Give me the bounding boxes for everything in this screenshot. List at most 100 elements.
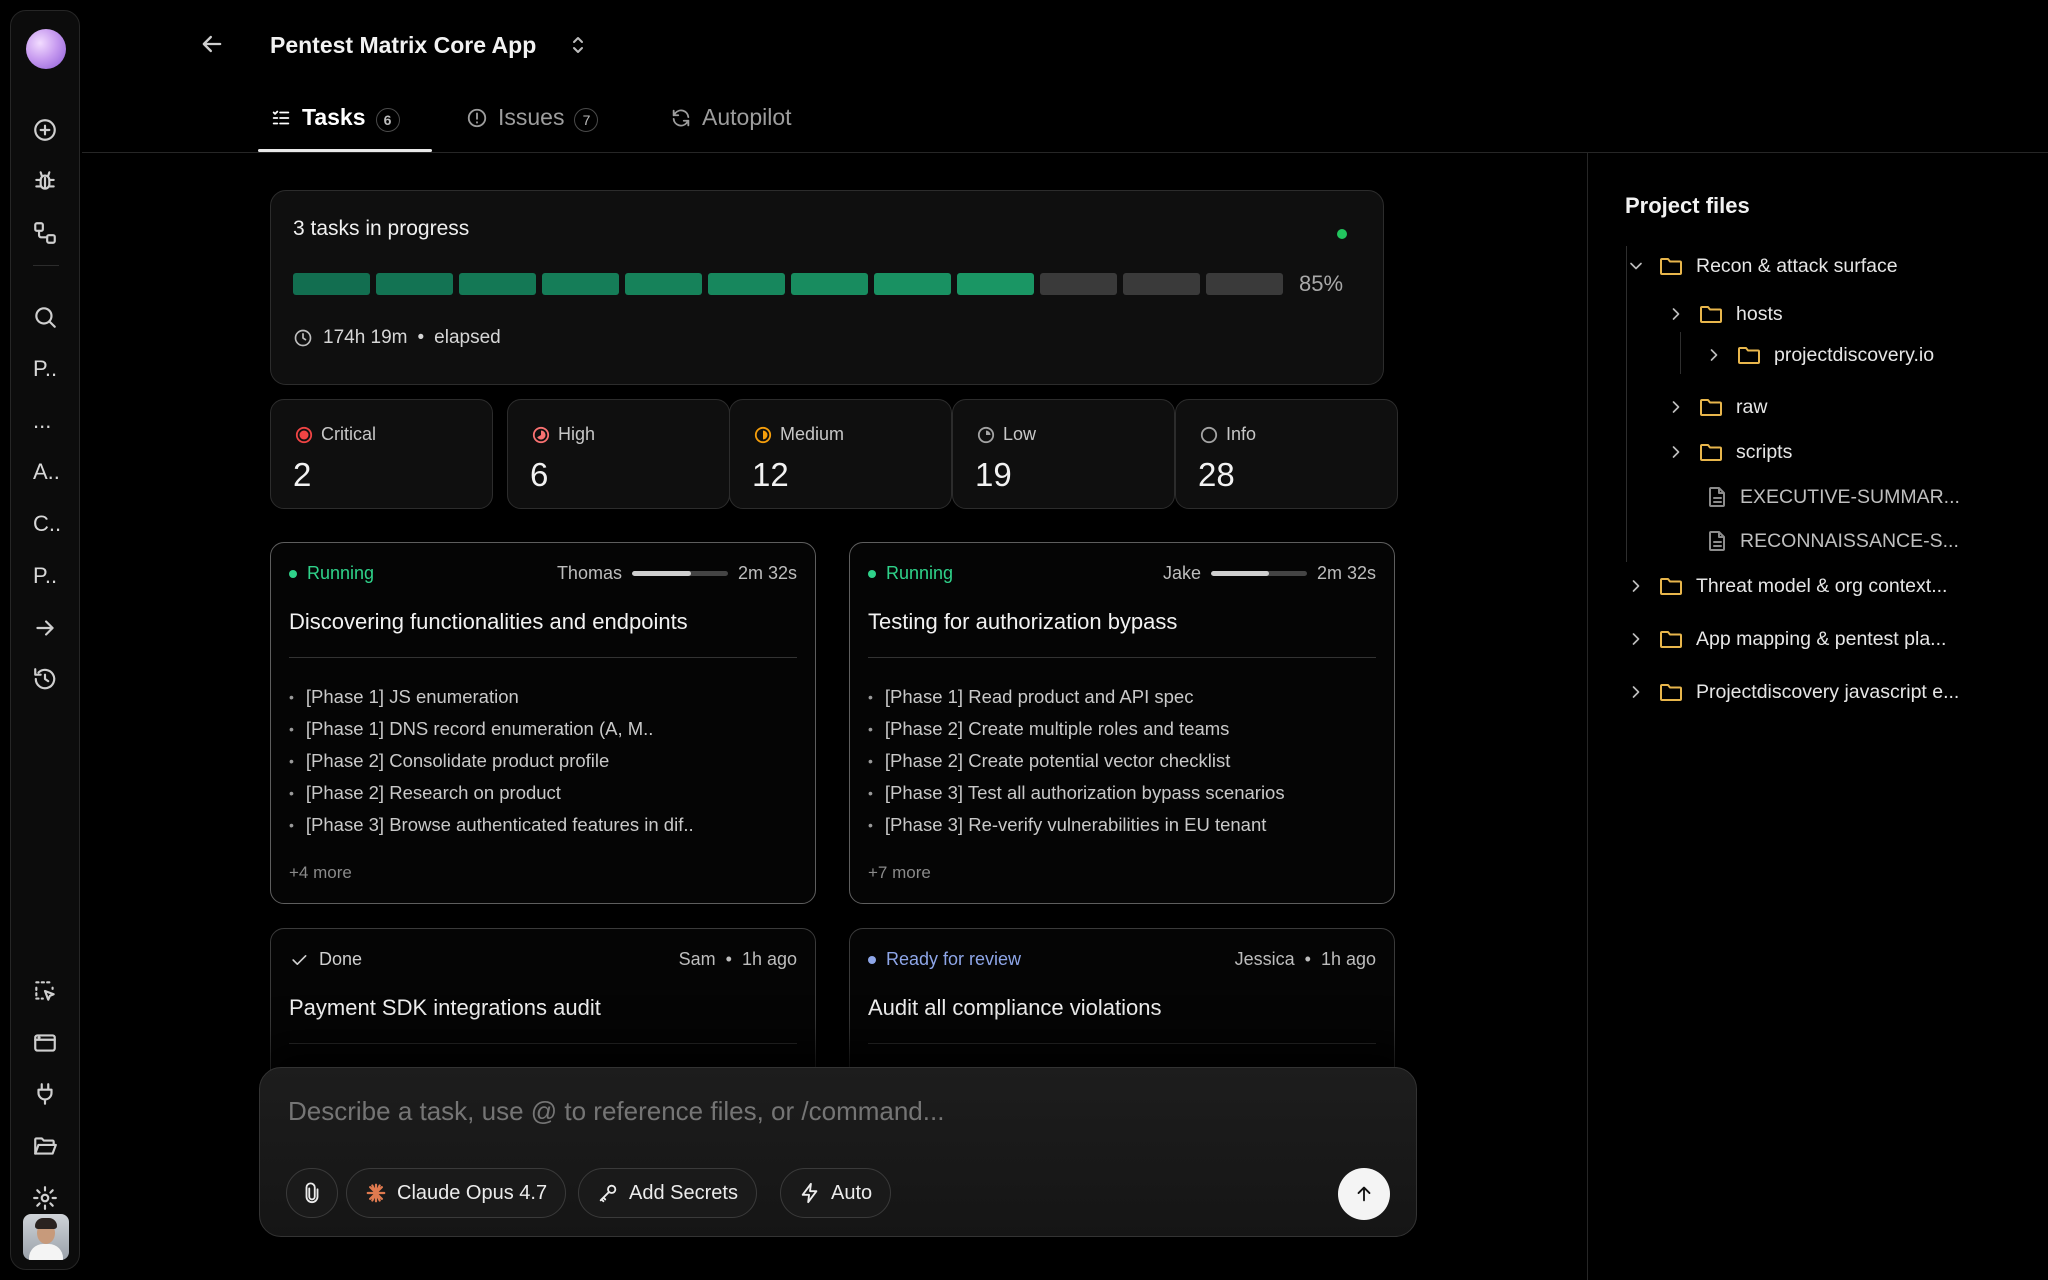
progress-segment-filled	[625, 273, 702, 295]
workflow-icon[interactable]	[11, 213, 79, 253]
progress-segment-filled	[874, 273, 951, 295]
bug-icon[interactable]	[11, 161, 79, 201]
task-input[interactable]	[288, 1096, 1288, 1127]
folder-icon	[1660, 258, 1682, 275]
app-logo[interactable]	[26, 29, 66, 69]
elapsed-separator: •	[417, 327, 425, 348]
task-steps: [Phase 1] Read product and API spec [Pha…	[868, 681, 1285, 841]
history-icon[interactable]	[11, 659, 79, 699]
task-step: [Phase 1] JS enumeration	[289, 681, 694, 713]
chevron-up-down-icon[interactable]	[566, 32, 590, 58]
tree-label: Recon & attack surface	[1696, 254, 1898, 277]
tree-label: raw	[1736, 395, 1768, 418]
task-divider	[289, 657, 797, 658]
browser-icon[interactable]	[11, 1023, 79, 1063]
task-title: Audit all compliance violations	[868, 995, 1162, 1020]
severity-card-low[interactable]: Low 19	[952, 399, 1175, 509]
tree-folder[interactable]: App mapping & pentest pla...	[1626, 621, 1946, 657]
elapsed-time: 174h 19m • elapsed	[293, 327, 501, 349]
folder-icon	[1660, 631, 1682, 648]
folder-icon	[1700, 444, 1722, 461]
sidebar-item-project-2[interactable]: A..	[11, 452, 79, 492]
progress-segment-filled	[376, 273, 453, 295]
tree-label: scripts	[1736, 440, 1793, 463]
task-step: [Phase 3] Test all authorization bypass …	[868, 777, 1285, 809]
add-secrets-button[interactable]: Add Secrets	[578, 1168, 757, 1218]
task-more-link[interactable]: +4 more	[289, 863, 352, 883]
task-card[interactable]: Running Thomas 2m 32s Discovering functi…	[270, 542, 816, 904]
claude-spark-icon	[366, 1183, 386, 1203]
chevron-right-icon	[1710, 349, 1718, 361]
task-divider	[289, 1043, 797, 1044]
send-button[interactable]	[1338, 1168, 1390, 1220]
severity-card-critical[interactable]: Critical 2	[270, 399, 493, 509]
sidebar-item-project-4[interactable]: P..	[11, 556, 79, 596]
chevron-right-icon	[1672, 401, 1680, 413]
task-composer: Claude Opus 4.7 Add Secrets Auto	[259, 1067, 1417, 1237]
task-status: Running	[289, 563, 374, 584]
task-title: Testing for authorization bypass	[868, 609, 1178, 634]
task-progress-bar	[631, 571, 728, 576]
tree-file[interactable]: EXECUTIVE-SUMMAR...	[1706, 479, 1960, 515]
tree-label: Projectdiscovery javascript e...	[1696, 680, 1960, 703]
project-title[interactable]: Pentest Matrix Core App	[270, 32, 536, 59]
tab-tasks[interactable]: Tasks 6	[270, 100, 400, 152]
tree-guide	[1626, 246, 1627, 562]
severity-card-info[interactable]: Info 28	[1175, 399, 1398, 509]
task-more-link[interactable]: +7 more	[868, 863, 931, 883]
sidebar-item-more[interactable]: ...	[11, 401, 79, 441]
progress-segment-filled	[459, 273, 536, 295]
plug-icon[interactable]	[11, 1074, 79, 1114]
user-avatar[interactable]	[23, 1214, 69, 1260]
arrow-right-icon[interactable]	[11, 608, 79, 648]
task-assignee: Sam	[678, 949, 716, 969]
progress-segment-filled	[542, 273, 619, 295]
chevron-right-icon	[1672, 308, 1680, 320]
mode-selector[interactable]: Auto	[780, 1168, 892, 1218]
severity-count: 12	[752, 456, 789, 493]
severity-card-high[interactable]: High 6	[507, 399, 730, 509]
task-status-label: Running	[307, 563, 375, 583]
sidebar-item-project-3[interactable]: C..	[11, 504, 79, 544]
selection-icon[interactable]	[11, 971, 79, 1011]
tree-folder[interactable]: Threat model & org context...	[1626, 568, 1947, 604]
folder-icon	[1700, 306, 1722, 323]
task-meta: Thomas 2m 32s	[557, 563, 797, 584]
tree-folder[interactable]: scripts	[1666, 434, 1792, 470]
task-step: [Phase 1] Read product and API spec	[868, 681, 1285, 713]
task-status-label: Running	[886, 563, 954, 583]
tree-file[interactable]: RECONNAISSANCE-S...	[1706, 523, 1959, 559]
task-title: Payment SDK integrations audit	[289, 995, 601, 1020]
key-icon	[599, 1184, 617, 1203]
chevron-right-icon	[1672, 446, 1680, 458]
medium-severity-icon	[754, 426, 772, 443]
tab-issues[interactable]: Issues 7	[466, 100, 599, 152]
gear-icon[interactable]	[11, 1178, 79, 1218]
high-severity-icon	[532, 426, 550, 443]
running-dot-icon	[289, 569, 297, 578]
back-arrow-icon[interactable]	[198, 30, 226, 58]
folder-open-icon[interactable]	[11, 1126, 79, 1166]
task-progress-bar	[1210, 571, 1307, 576]
tree-folder[interactable]: Projectdiscovery javascript e...	[1626, 674, 1959, 710]
tab-autopilot[interactable]: Autopilot	[670, 100, 792, 152]
new-icon[interactable]	[11, 110, 79, 150]
file-icon	[1709, 531, 1725, 551]
search-icon[interactable]	[11, 297, 79, 337]
model-selector[interactable]: Claude Opus 4.7	[346, 1168, 567, 1218]
attach-button[interactable]	[286, 1168, 338, 1218]
arrow-up-icon	[1357, 1186, 1371, 1202]
tree-folder[interactable]: projectdiscovery.io	[1704, 337, 1934, 373]
severity-count: 19	[975, 456, 1012, 493]
tab-tasks-count: 6	[375, 108, 400, 132]
tree-folder[interactable]: Recon & attack surface	[1626, 248, 1898, 284]
tree-folder[interactable]: hosts	[1666, 296, 1783, 332]
tree-folder[interactable]: raw	[1666, 389, 1767, 425]
task-meta: Jake 2m 32s	[1163, 563, 1376, 584]
low-severity-icon	[977, 426, 995, 443]
severity-card-medium[interactable]: Medium 12	[729, 399, 952, 509]
lightning-icon	[801, 1182, 818, 1204]
elapsed-label: elapsed	[434, 327, 501, 348]
task-card[interactable]: Running Jake 2m 32s Testing for authoriz…	[849, 542, 1395, 904]
sidebar-item-project-1[interactable]: P..	[11, 349, 79, 389]
